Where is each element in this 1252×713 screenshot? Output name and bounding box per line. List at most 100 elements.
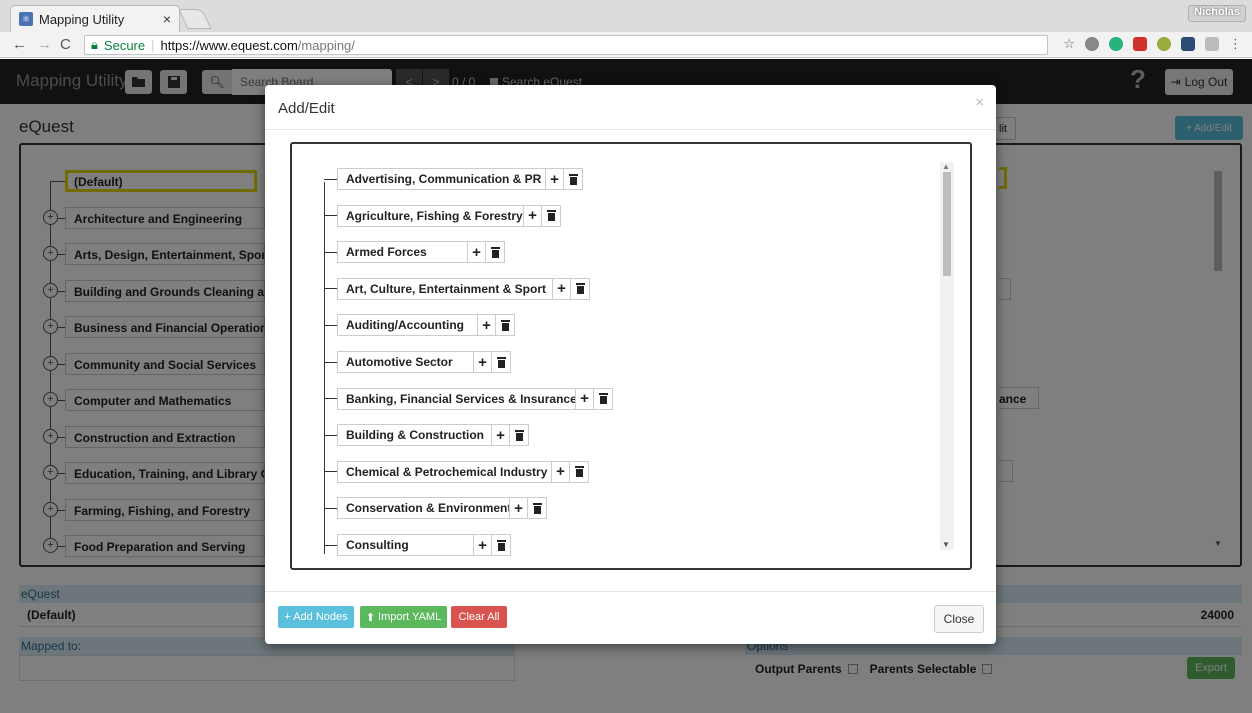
url-field[interactable]: 🔒︎ Secure | https://www.equest.com /mapp…	[84, 35, 1048, 55]
tab-close-icon[interactable]: ×	[163, 11, 171, 27]
back-icon[interactable]: ←	[12, 36, 27, 53]
modal-tree-node: Advertising, Communication & PR +	[324, 168, 583, 190]
add-nodes-button[interactable]: + Add Nodes	[278, 606, 354, 628]
modal-title: Add/Edit	[278, 100, 335, 117]
react-favicon-icon: ⚛	[19, 12, 33, 26]
lock-icon: 🔒︎	[91, 37, 98, 52]
modal-tree-node: Automotive Sector +	[324, 351, 511, 373]
url-host: https://www.equest.com	[160, 37, 298, 53]
node-label[interactable]: Conservation & Environment	[337, 497, 511, 520]
modal-tree-node: Banking, Financial Services & Insurance +	[324, 387, 613, 410]
node-label[interactable]: Advertising, Communication & PR	[337, 168, 545, 190]
address-bar: ← → C 🔒︎ Secure | https://www.equest.com…	[0, 32, 1252, 58]
add-child-button[interactable]: +	[473, 351, 492, 373]
node-label[interactable]: Art, Culture, Entertainment & Sport	[337, 277, 552, 300]
node-label[interactable]: Building & Construction	[337, 424, 491, 447]
divider	[265, 591, 996, 592]
add-child-button[interactable]: +	[551, 460, 570, 483]
node-label[interactable]: Banking, Financial Services & Insurance	[337, 387, 577, 410]
modal-tree-board: Advertising, Communication & PR + Agricult…	[290, 142, 972, 570]
add-child-button[interactable]: +	[477, 314, 496, 337]
add-child-button[interactable]: +	[523, 204, 542, 227]
tree-branch-line	[324, 507, 337, 509]
plus-icon: +	[496, 426, 505, 444]
add-edit-modal: Add/Edit × Advertising, Communication & …	[265, 85, 996, 644]
delete-node-button[interactable]	[594, 387, 613, 410]
plus-icon: +	[580, 390, 589, 408]
modal-tree-node: Conservation & Environment +	[324, 497, 547, 520]
node-label[interactable]: Chemical & Petrochemical Industry	[337, 460, 551, 483]
delete-node-button[interactable]	[492, 534, 511, 556]
tree-branch-line	[324, 324, 337, 326]
tree-branch-line	[324, 434, 337, 436]
node-label[interactable]: Agriculture, Fishing & Forestry	[337, 204, 523, 227]
trash-icon	[532, 502, 542, 514]
delete-node-button[interactable]	[496, 314, 515, 337]
scroll-down-icon[interactable]: ▼	[942, 540, 950, 549]
node-label[interactable]: Consulting	[337, 534, 473, 556]
close-button[interactable]: Close	[934, 605, 984, 633]
add-child-button[interactable]: +	[473, 534, 492, 556]
delete-node-button[interactable]	[542, 204, 561, 227]
abp-extension-icon[interactable]	[1085, 37, 1099, 51]
forward-icon[interactable]: →	[37, 36, 52, 53]
m-extension-icon[interactable]	[1109, 37, 1123, 51]
scroll-thumb[interactable]	[943, 172, 951, 276]
plus-icon: +	[472, 243, 481, 261]
add-child-button[interactable]: +	[552, 277, 571, 300]
bookmark-star-icon[interactable]: ☆	[1063, 36, 1075, 52]
delete-node-button[interactable]	[528, 497, 547, 520]
plus-icon: +	[528, 207, 537, 225]
reload-icon[interactable]: C	[60, 36, 71, 53]
plus-icon: +	[478, 353, 487, 371]
delete-node-button[interactable]	[564, 168, 583, 190]
modal-tree-node: Building & Construction +	[324, 424, 529, 447]
delete-node-button[interactable]	[492, 351, 511, 373]
trash-icon	[496, 356, 506, 368]
plus-icon: +	[478, 536, 487, 554]
browser-tab[interactable]: ⚛ Mapping Utility ×	[10, 5, 180, 32]
trash-icon	[568, 173, 578, 185]
node-label[interactable]: Automotive Sector	[337, 351, 473, 373]
modal-close-icon[interactable]: ×	[975, 94, 984, 111]
delete-node-button[interactable]	[510, 424, 529, 447]
red-extension-icon[interactable]	[1133, 37, 1147, 51]
delete-node-button[interactable]	[571, 277, 590, 300]
tree-branch-line	[324, 288, 337, 290]
add-child-button[interactable]: +	[491, 424, 510, 447]
import-yaml-button[interactable]: ⬆ Import YAML	[360, 606, 447, 628]
modal-tree-node: Armed Forces +	[324, 241, 505, 264]
profile-badge[interactable]: Nicholas	[1188, 5, 1246, 22]
grammar-extension-icon[interactable]	[1205, 37, 1219, 51]
paint-extension-icon[interactable]	[1157, 37, 1171, 51]
modal-scrollbar[interactable]: ▲ ▼	[940, 162, 954, 550]
trash-icon	[496, 539, 506, 551]
new-tab-button[interactable]	[178, 9, 212, 29]
node-label[interactable]: Auditing/Accounting	[337, 314, 477, 337]
delete-node-button[interactable]	[486, 241, 505, 264]
trash-icon	[500, 319, 510, 331]
node-label[interactable]: Armed Forces	[337, 241, 467, 264]
scroll-up-icon[interactable]: ▲	[942, 162, 950, 171]
clear-all-button[interactable]: Clear All	[451, 606, 507, 628]
import-yaml-label: Import YAML	[378, 611, 442, 623]
add-child-button[interactable]: +	[509, 497, 528, 520]
tree-branch-line	[324, 215, 337, 217]
add-child-button[interactable]: +	[467, 241, 486, 264]
url-path: /mapping/	[297, 37, 355, 53]
modal-tree-node: Auditing/Accounting +	[324, 314, 515, 337]
modal-tree-node: Art, Culture, Entertainment & Sport +	[324, 277, 590, 300]
tree-branch-line	[324, 361, 337, 363]
modal-tree-node: Chemical & Petrochemical Industry +	[324, 460, 589, 483]
tree-branch-line	[324, 398, 337, 400]
modal-tree-node: Agriculture, Fishing & Forestry +	[324, 204, 561, 227]
trash-icon	[490, 246, 500, 258]
divider	[265, 129, 996, 130]
react-devtools-icon[interactable]	[1181, 37, 1195, 51]
browser-menu-icon[interactable]: ⋮	[1229, 36, 1242, 52]
browser-tabstrip: ⚛ Mapping Utility × Nicholas	[0, 0, 1252, 32]
delete-node-button[interactable]	[570, 460, 589, 483]
add-child-button[interactable]: +	[545, 168, 564, 190]
trash-icon	[574, 466, 584, 478]
add-child-button[interactable]: +	[575, 387, 594, 410]
